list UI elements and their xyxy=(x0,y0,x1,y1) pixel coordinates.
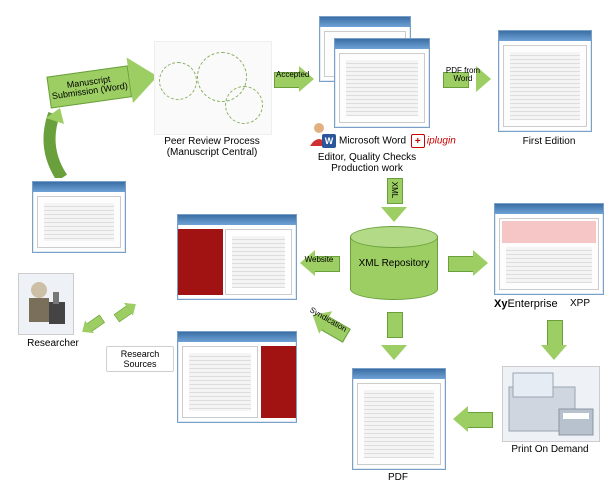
xy-enterprise-text: Enterprise xyxy=(507,298,557,310)
ms-word-line: WMicrosoft Word +iplugin xyxy=(319,134,479,148)
syndication-window xyxy=(177,331,297,423)
arrow-xml-label: XML xyxy=(390,173,398,207)
arrow-to-printer xyxy=(541,320,567,360)
arrow-website-label: Website xyxy=(302,256,336,264)
word-icon: W xyxy=(322,134,336,148)
arrow-pdf-from-word-label: PDF from Word xyxy=(445,67,481,83)
ms-word-label: Microsoft Word xyxy=(339,136,406,147)
arrow-manuscript-submission: Manuscript Submission (Word) xyxy=(45,54,160,115)
arrow-rs-in xyxy=(78,312,107,339)
xml-repository: XML Repository xyxy=(350,226,438,300)
researcher-photo xyxy=(18,273,74,335)
researcher-word-window xyxy=(32,181,126,253)
editor-qc-label: Editor, Quality Checks Production work xyxy=(296,152,438,174)
pdf-label: PDF xyxy=(378,472,418,483)
arrow-manuscript-submission-label: Manuscript Submission (Word) xyxy=(50,72,128,101)
peer-review-label: Peer Review Process (Manuscript Central) xyxy=(148,136,276,158)
first-edition-label: First Edition xyxy=(514,136,584,147)
plus-icon: + xyxy=(411,134,425,148)
website-window xyxy=(177,214,297,300)
xml-repository-label: XML Repository xyxy=(359,258,430,269)
arrow-accepted-label: Accepted xyxy=(276,71,304,79)
arrow-repo-to-pdf xyxy=(381,312,407,360)
xpp-window xyxy=(494,203,604,295)
xpp-label: XPP xyxy=(570,298,600,309)
pdf-window xyxy=(352,368,446,470)
pod-label: Print On Demand xyxy=(502,444,598,455)
arrow-rs-out xyxy=(112,298,141,325)
researcher-label: Researcher xyxy=(18,338,88,349)
peer-review-chart xyxy=(154,41,272,135)
research-sources-box: Research Sources xyxy=(106,346,174,372)
arrow-to-xpp xyxy=(448,250,488,276)
iplugin-label: iplugin xyxy=(427,136,456,147)
first-edition-window xyxy=(498,30,592,132)
arrow-to-pdf xyxy=(453,406,493,432)
xy-enterprise-brand: XyEnterprise xyxy=(494,298,558,310)
printer xyxy=(502,366,600,442)
titlebar xyxy=(33,182,125,192)
word-window-front xyxy=(334,38,430,128)
curve-researcher-to-submission xyxy=(42,108,82,178)
